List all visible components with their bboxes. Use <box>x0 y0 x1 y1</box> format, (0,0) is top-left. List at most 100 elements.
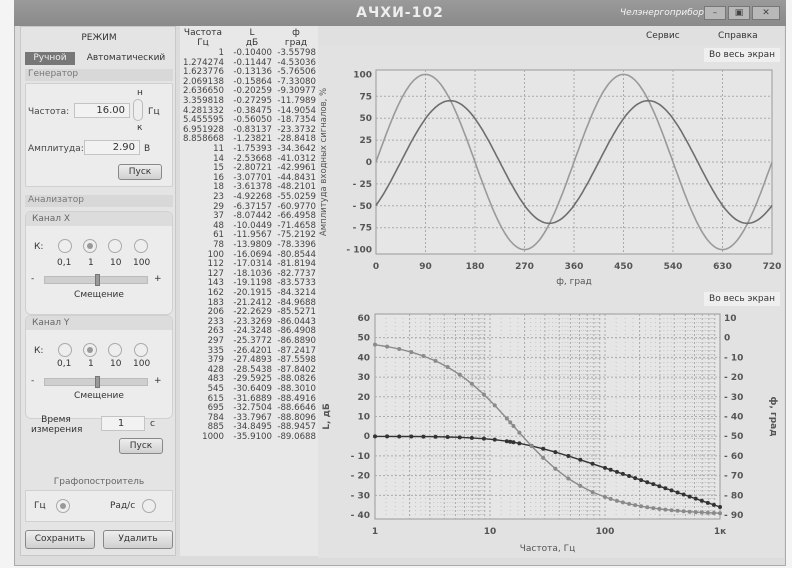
l-series-point <box>639 478 644 483</box>
phase-series-point <box>663 507 668 512</box>
phase-series-point <box>397 347 402 352</box>
phase-series-point <box>508 420 513 425</box>
l-series-point <box>633 476 638 481</box>
l-series-point <box>504 439 509 444</box>
x-tick-label: 1 <box>372 527 378 537</box>
phase-series-point <box>481 392 486 397</box>
charts-svg: 0 90 180 270 360 450 540 630 7201007550250- 25- … <box>319 69 781 554</box>
y-tick-label: 10 <box>357 413 370 423</box>
phase-series-point <box>614 498 619 503</box>
y-right-tick-label: 0 <box>724 334 730 344</box>
y-axis-title: L, дБ <box>322 403 332 430</box>
x-tick-label: 630 <box>713 262 732 272</box>
y-right-tick-label: - 60 <box>724 452 743 462</box>
y-tick-label: - 25 <box>353 180 372 190</box>
l-series-point <box>620 471 625 476</box>
x-tick-label: 0 <box>373 262 379 272</box>
l-series-point <box>409 434 414 439</box>
phase-series-point <box>409 350 414 355</box>
y-tick-label: - 30 <box>351 491 370 501</box>
l-series-point <box>457 435 462 440</box>
l-series-point <box>711 502 716 507</box>
phase-series-point <box>457 372 462 377</box>
l-series-point <box>469 435 474 440</box>
phase-series-point <box>566 476 571 481</box>
x-axis-title: ф, град <box>556 277 592 287</box>
phase-series-point <box>504 416 509 421</box>
y-right-tick-label: 10 <box>724 314 737 324</box>
x-tick-label: 450 <box>614 262 633 272</box>
y-tick-label: - 40 <box>351 511 370 521</box>
l-series-point <box>385 434 390 439</box>
phase-series-point <box>681 509 686 514</box>
y-tick-label: 0 <box>364 432 370 442</box>
x-tick-label: 360 <box>565 262 584 272</box>
l-series-point <box>517 441 522 446</box>
phase-series-point <box>633 503 638 508</box>
l-series-point <box>608 467 613 472</box>
y-tick-label: 25 <box>359 136 372 146</box>
x-tick-label: 90 <box>419 262 432 272</box>
l-series-point <box>681 492 686 497</box>
phase-series-point <box>657 506 662 511</box>
l-series-point <box>669 488 674 493</box>
phase-series-point <box>385 344 390 349</box>
l-series-point <box>718 504 722 509</box>
phase-series-point <box>669 508 674 513</box>
phase-series-point <box>687 509 692 514</box>
x-tick-label: 1к <box>714 527 726 537</box>
y-right-tick-label: - 40 <box>724 413 743 423</box>
phase-series-point <box>693 510 698 515</box>
phase-series-point <box>433 358 438 363</box>
y-tick-label: - 75 <box>353 224 372 234</box>
l-series-point <box>651 482 656 487</box>
l-series-point <box>481 436 486 441</box>
phase-series-point <box>492 403 497 408</box>
y-right-tick-label: - 10 <box>724 353 743 363</box>
l-series-point <box>445 434 450 439</box>
y-right-tick-label: - 50 <box>724 432 743 442</box>
x-tick-label: 270 <box>515 262 534 272</box>
l-series-point <box>693 496 698 501</box>
y-tick-label: - 100 <box>346 246 372 256</box>
y-tick-label: - 10 <box>351 452 370 462</box>
x-tick-label: 10 <box>484 527 497 537</box>
l-series-point <box>578 457 583 462</box>
phase-series-point <box>718 511 722 516</box>
l-series-point <box>541 446 546 451</box>
phase-series-point <box>627 501 632 506</box>
x-tick-label: 540 <box>664 262 683 272</box>
l-series-point <box>699 498 704 503</box>
y-right-axis-title: ф, град <box>768 397 778 437</box>
y-tick-label: 20 <box>357 393 370 403</box>
x-axis-title: Частота, Гц <box>520 544 575 554</box>
phase-series-point <box>578 483 583 488</box>
l-series-point <box>373 434 377 439</box>
y-right-tick-label: - 30 <box>724 393 743 403</box>
phase-series-point <box>639 504 644 509</box>
y-tick-label: - 50 <box>353 202 372 212</box>
l-series-point <box>687 494 692 499</box>
l-series-point <box>663 486 668 491</box>
phase-series-point <box>511 424 516 429</box>
phase-series-point <box>445 365 450 370</box>
l-series-point <box>657 484 662 489</box>
l-series-point <box>553 450 558 455</box>
phase-series-point <box>590 490 595 495</box>
y-tick-label: 30 <box>357 373 370 383</box>
l-series-point <box>397 434 402 439</box>
l-series-point <box>603 465 607 470</box>
phase-series-point <box>603 495 607 500</box>
phase-series-point <box>608 496 613 501</box>
x-tick-label: 180 <box>466 262 485 272</box>
l-series-point <box>421 434 426 439</box>
y-tick-label: 40 <box>357 353 370 363</box>
l-series-point <box>590 461 595 466</box>
y-tick-label: 75 <box>359 92 372 102</box>
y-axis-title: Амплитуда входных сигналов, % <box>319 88 329 236</box>
l-series-point <box>492 437 497 442</box>
y-tick-label: 60 <box>357 314 370 324</box>
y-tick-label: 50 <box>359 114 372 124</box>
phase-series-point <box>517 430 522 435</box>
phase-series-point <box>711 510 716 515</box>
